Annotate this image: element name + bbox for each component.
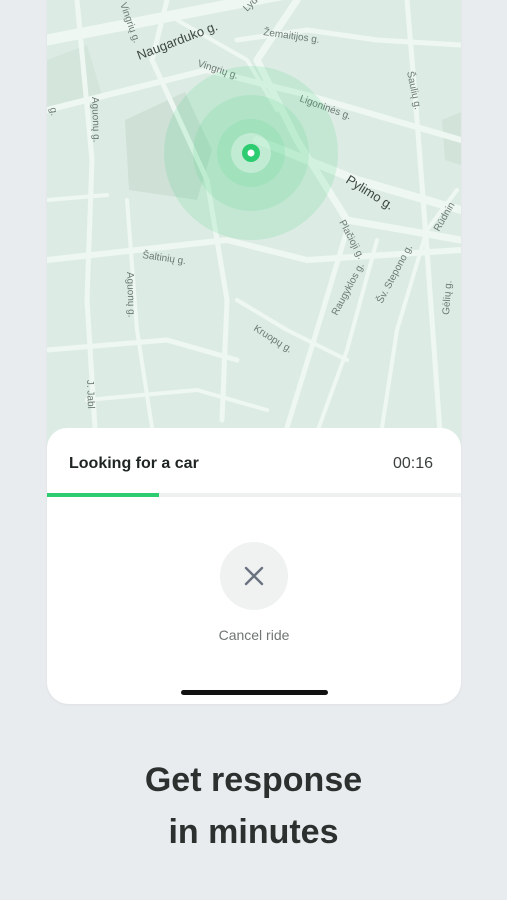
promo-line-2: in minutes <box>168 813 339 851</box>
promo-headline: Get response in minutes <box>0 754 507 858</box>
street-label: J. Jabl <box>84 380 96 409</box>
location-pin-icon <box>242 144 260 162</box>
home-indicator[interactable] <box>181 690 328 695</box>
map-view[interactable]: Naugarduko g. Vingrių g. Vingrių g. Lydo… <box>47 0 461 460</box>
ride-status-sheet: Looking for a car 00:16 Cancel ride <box>47 428 461 704</box>
street-label: Aguonų g. <box>124 272 137 318</box>
search-progress-fill <box>47 493 159 497</box>
ride-status-title: Looking for a car <box>69 455 199 472</box>
phone-screen: Naugarduko g. Vingrių g. Vingrių g. Lydo… <box>47 0 461 704</box>
map-canvas[interactable]: Naugarduko g. Vingrių g. Vingrių g. Lydo… <box>47 0 461 460</box>
cancel-ride-button[interactable] <box>220 542 288 610</box>
promo-line-1: Get response <box>144 761 363 799</box>
search-timer: 00:16 <box>392 455 433 472</box>
street-label: Aguonų g. <box>89 97 102 143</box>
search-progress-bar <box>47 493 461 497</box>
close-icon <box>244 566 264 586</box>
cancel-ride-label[interactable]: Cancel ride <box>47 627 461 643</box>
